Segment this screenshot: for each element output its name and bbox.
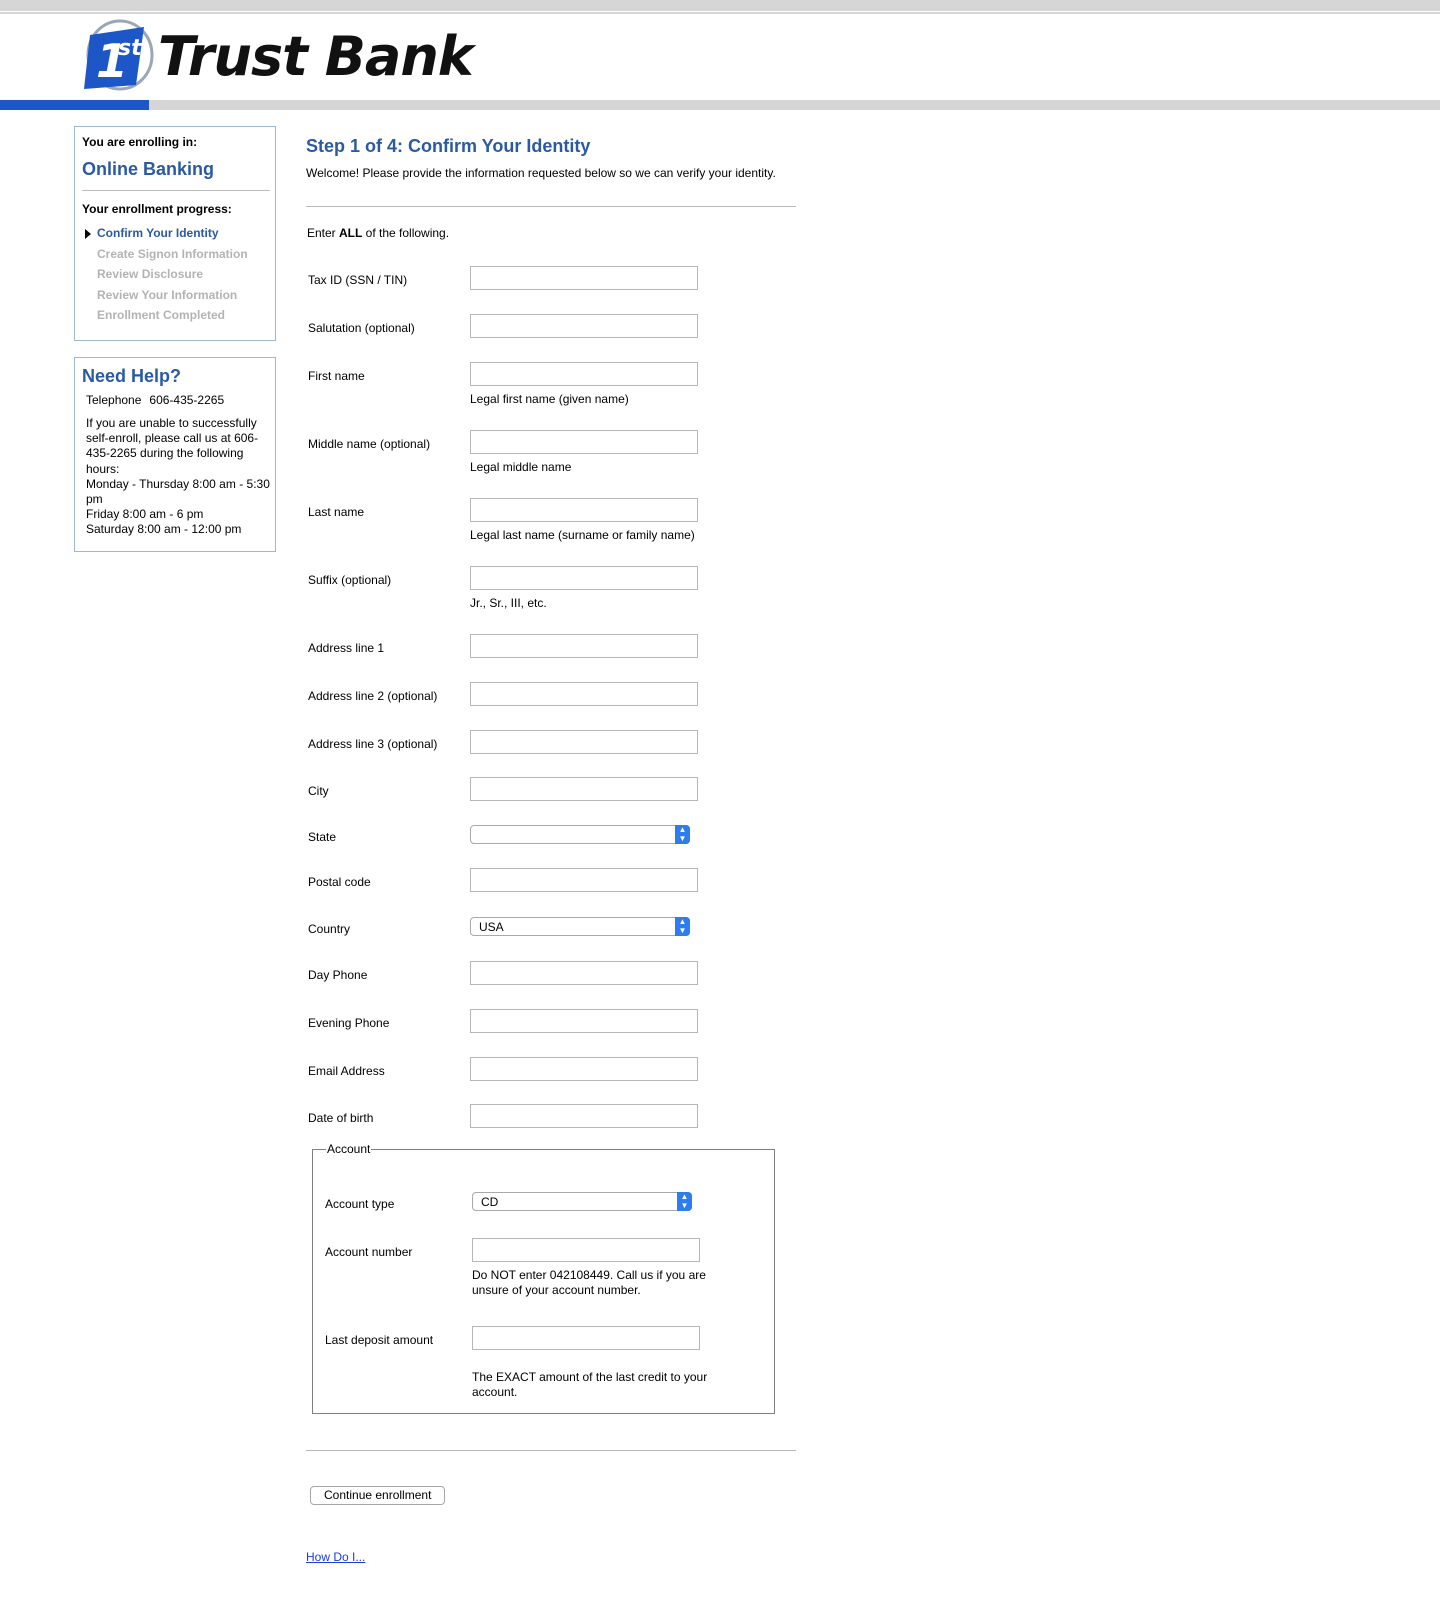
progress-step-review-information: Review Your Information (82, 287, 248, 308)
email-input[interactable] (470, 1057, 698, 1081)
progress-step-review-disclosure: Review Disclosure (82, 266, 248, 287)
last-name-input[interactable] (470, 498, 698, 522)
bank-name: Trust Bank (158, 25, 474, 88)
header-top-stripe (0, 0, 1440, 11)
address3-input[interactable] (470, 730, 698, 754)
last-name-hint: Legal last name (surname or family name) (470, 528, 695, 542)
last-deposit-hint: The EXACT amount of the last credit to y… (472, 1370, 708, 1399)
account-fieldset: Account Account type CD ▲ ▼ Account numbe… (312, 1142, 775, 1414)
email-label: Email Address (308, 1064, 385, 1078)
progress-step-enrollment-completed: Enrollment Completed (82, 307, 248, 328)
svg-text:st: st (118, 36, 143, 61)
day-phone-label: Day Phone (308, 968, 368, 982)
address1-label: Address line 1 (308, 641, 385, 655)
account-number-label: Account number (325, 1245, 413, 1259)
enrolling-label: You are enrolling in: (82, 135, 198, 149)
page-title: Step 1 of 4: Confirm Your Identity (306, 136, 591, 156)
account-number-input[interactable] (472, 1238, 700, 1262)
middle-name-hint: Legal middle name (470, 460, 572, 474)
account-number-hint: Do NOT enter 042108449. Call us if you a… (472, 1268, 706, 1297)
form-divider-top (306, 206, 796, 207)
postal-code-label: Postal code (308, 875, 371, 889)
help-hours-friday: Friday 8:00 am - 6 pm (86, 507, 204, 522)
city-input[interactable] (470, 777, 698, 801)
first-name-input[interactable] (470, 362, 698, 386)
tax-id-label: Tax ID (SSN / TIN) (308, 273, 408, 287)
help-text: If you are unable to successfully self-e… (86, 416, 272, 538)
city-label: City (308, 784, 329, 798)
middle-name-label: Middle name (optional) (308, 437, 431, 451)
continue-enrollment-button[interactable]: Continue enrollment (310, 1486, 446, 1505)
bank-logo[interactable]: 1 st Trust Bank (82, 19, 482, 97)
first-badge-icon: 1 st (84, 19, 154, 91)
enrolling-product: Online Banking (82, 159, 215, 179)
first-name-label: First name (308, 369, 365, 383)
address2-label: Address line 2 (optional) (308, 689, 438, 703)
country-selected-value: USA (479, 920, 504, 934)
progress-step-label: Enrollment Completed (97, 308, 226, 322)
header-top-rule (0, 12, 1440, 14)
help-phone: Telephone 606-435-2265 (86, 393, 224, 407)
first-name-hint: Legal first name (given name) (470, 392, 629, 406)
progress-label: Your enrollment progress: (82, 202, 232, 216)
help-title: Need Help? (82, 366, 182, 386)
dob-input[interactable] (470, 1104, 698, 1128)
select-arrows-icon: ▲ ▼ (675, 917, 690, 936)
salutation-label: Salutation (optional) (308, 321, 415, 335)
panel-divider (82, 190, 270, 191)
account-type-label: Account type (325, 1197, 395, 1211)
country-label: Country (308, 922, 351, 936)
how-do-i-link[interactable]: How Do I... (306, 1550, 365, 1564)
state-select[interactable]: ▲ ▼ (470, 825, 690, 844)
state-label: State (308, 830, 337, 844)
help-hours-saturday: Saturday 8:00 am - 12:00 pm (86, 522, 242, 537)
form-instruction: Enter ALL of the following. (307, 226, 450, 240)
account-type-select[interactable]: CD ▲ ▼ (472, 1192, 692, 1211)
account-legend: Account (327, 1142, 371, 1156)
progress-step-label: Create Signon Information (97, 246, 248, 261)
address3-label: Address line 3 (optional) (308, 737, 438, 751)
suffix-hint: Jr., Sr., III, etc. (470, 596, 547, 610)
postal-code-input[interactable] (470, 868, 698, 892)
progress-step-label: Confirm Your Identity (97, 226, 219, 240)
phone-label: Telephone (86, 393, 142, 407)
header-bar (149, 100, 1440, 110)
progress-step-label: Review Disclosure (97, 267, 204, 281)
account-type-selected-value: CD (481, 1195, 499, 1209)
address2-input[interactable] (470, 682, 698, 706)
enrollment-panel: You are enrolling in: Online Banking You… (74, 126, 276, 341)
last-deposit-input[interactable] (472, 1326, 700, 1350)
last-name-label: Last name (308, 505, 365, 519)
evening-phone-input[interactable] (470, 1009, 698, 1033)
country-select[interactable]: USA ▲ ▼ (470, 917, 690, 936)
address1-input[interactable] (470, 634, 698, 658)
help-panel: Need Help? Telephone 606-435-2265 If you … (74, 357, 276, 552)
dob-label: Date of birth (308, 1111, 374, 1125)
header-accent-bar (0, 100, 149, 110)
salutation-input[interactable] (470, 314, 698, 338)
select-arrows-icon: ▲ ▼ (677, 1192, 692, 1211)
current-step-arrow-icon (85, 229, 91, 239)
welcome-text: Welcome! Please provide the information … (306, 166, 776, 180)
suffix-input[interactable] (470, 566, 698, 590)
phone-number: 606-435-2265 (149, 393, 225, 407)
select-arrows-icon: ▲ ▼ (675, 825, 690, 844)
progress-step-confirm-identity: Confirm Your Identity (82, 225, 248, 246)
help-hours-weekday: Monday - Thursday 8:00 am - 5:30 pm (86, 476, 270, 507)
last-deposit-label: Last deposit amount (325, 1333, 434, 1347)
middle-name-input[interactable] (470, 430, 698, 454)
day-phone-input[interactable] (470, 961, 698, 985)
help-text-line: If you are unable to successfully self-e… (86, 416, 259, 476)
progress-steps: Confirm Your Identity Create Signon Info… (82, 225, 248, 328)
suffix-label: Suffix (optional) (308, 573, 392, 587)
form-divider-bottom (306, 1450, 796, 1451)
progress-step-label: Review Your Information (97, 287, 238, 302)
tax-id-input[interactable] (470, 266, 698, 290)
progress-step-create-signon: Create Signon Information (82, 246, 248, 267)
evening-phone-label: Evening Phone (308, 1016, 390, 1030)
